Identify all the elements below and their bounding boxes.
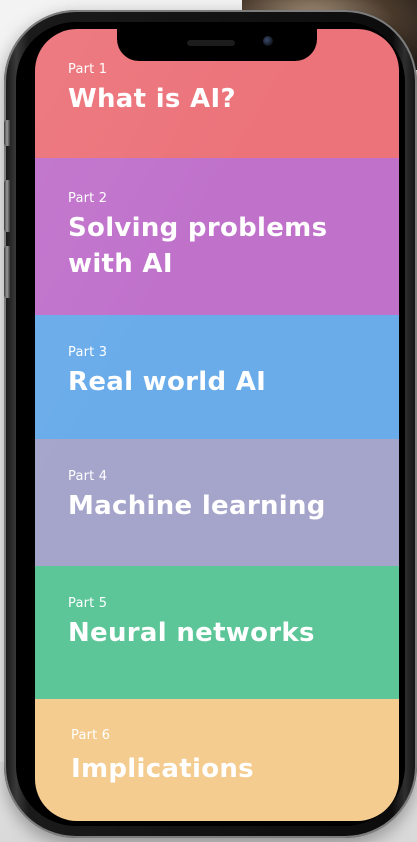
silent-switch <box>4 120 10 146</box>
volume-down-button <box>4 246 10 298</box>
part-label: Part 2 <box>68 191 108 206</box>
course-part-3[interactable]: Part 3 Real world AI <box>35 315 399 439</box>
camera-icon <box>263 36 273 46</box>
part-label: Part 6 <box>71 728 111 743</box>
course-part-6[interactable]: Part 6 Implications <box>35 699 399 821</box>
part-label: Part 3 <box>68 345 108 360</box>
course-part-2[interactable]: Part 2 Solving problems with AI <box>35 158 399 315</box>
part-label: Part 4 <box>68 469 108 484</box>
part-label: Part 5 <box>68 596 108 611</box>
part-title: Machine learning <box>68 491 326 521</box>
part-title: Implications <box>71 754 254 784</box>
phone-screen: Part 1 What is AI? Part 2 Solving proble… <box>35 29 399 821</box>
notch <box>117 29 317 61</box>
part-title: Neural networks <box>68 618 315 648</box>
part-title: Solving problems with AI <box>68 213 328 279</box>
course-part-5[interactable]: Part 5 Neural networks <box>35 566 399 699</box>
part-title: What is AI? <box>68 84 236 114</box>
volume-up-button <box>4 180 10 232</box>
speaker-grille <box>187 40 235 46</box>
course-part-4[interactable]: Part 4 Machine learning <box>35 439 399 566</box>
part-title: Real world AI <box>68 367 267 397</box>
